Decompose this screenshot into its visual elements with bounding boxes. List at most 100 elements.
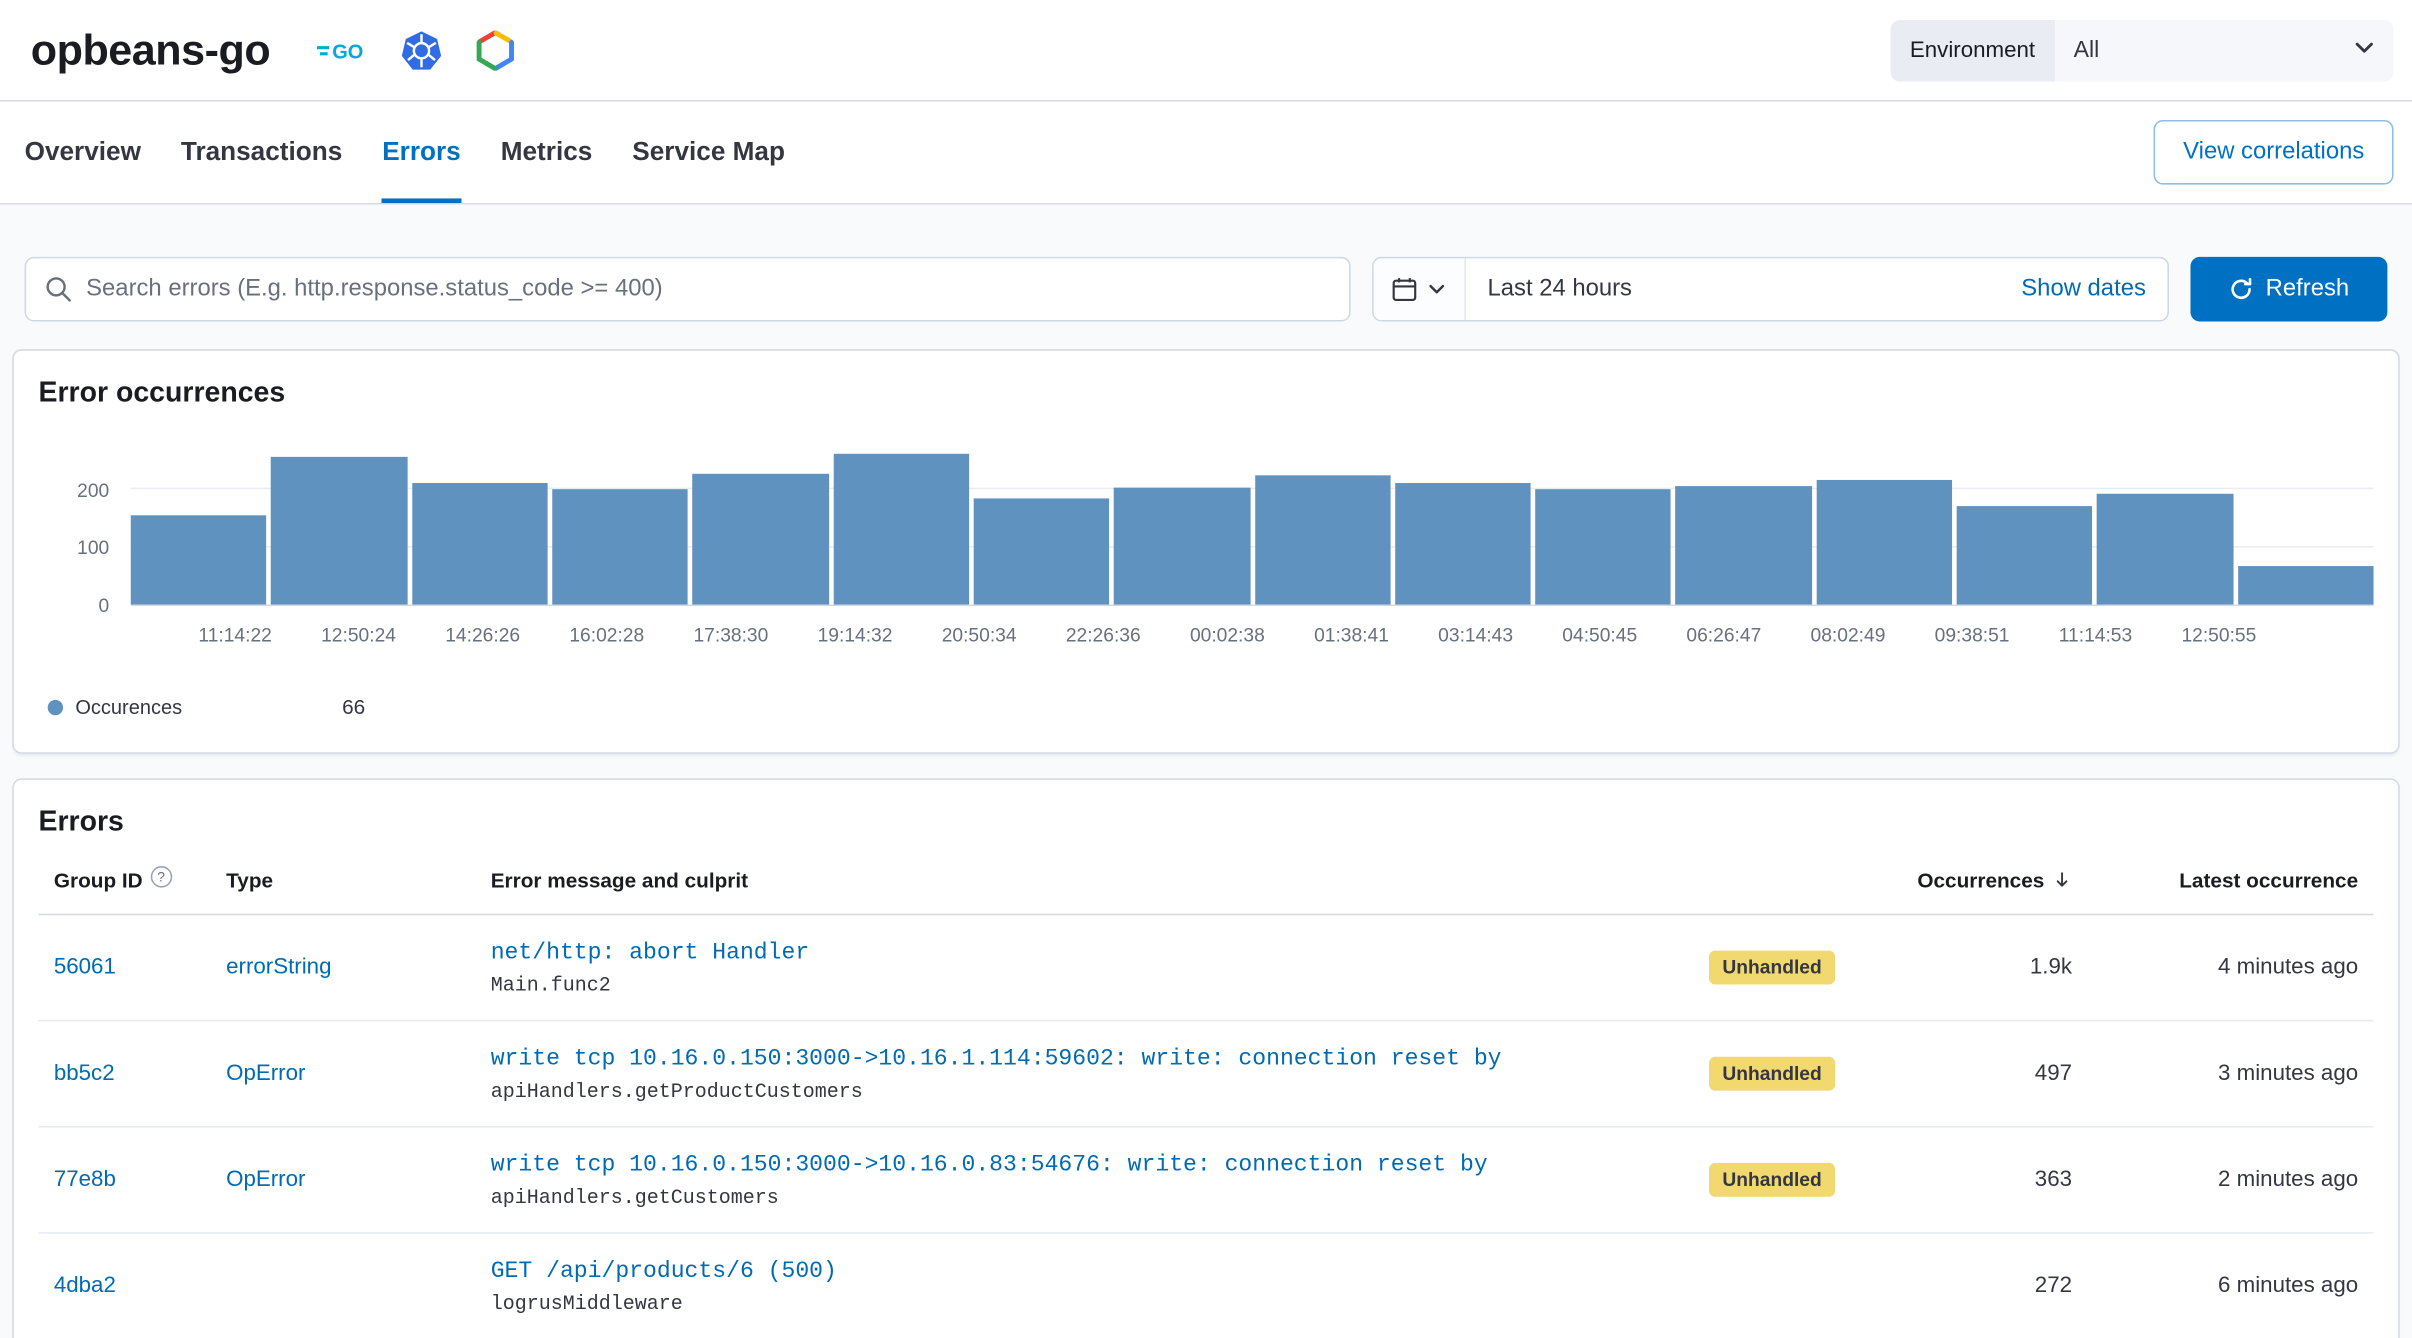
x-axis-label: 09:38:51 bbox=[1935, 625, 2010, 647]
error-message-link[interactable]: GET /api/products/6 (500) bbox=[491, 1258, 1645, 1284]
error-row: 56061 errorString net/http: abort Handle… bbox=[38, 915, 2373, 1021]
controls-row: Last 24 hours Show dates Refresh bbox=[25, 257, 2388, 322]
error-row: 4dba2 GET /api/products/6 (500) logrusMi… bbox=[38, 1234, 2373, 1338]
sort-desc-icon bbox=[2052, 871, 2072, 891]
badge-cell: Unhandled bbox=[1657, 1056, 1888, 1091]
chart-bar[interactable] bbox=[974, 498, 1110, 605]
chevron-down-icon bbox=[2354, 36, 2376, 64]
x-axis-label: 11:14:22 bbox=[198, 625, 271, 647]
show-dates-link[interactable]: Show dates bbox=[2000, 275, 2168, 303]
occurrences-count: 497 bbox=[1900, 1061, 2072, 1086]
go-agent-icon: GO bbox=[316, 35, 368, 66]
latest-occurrence: 3 minutes ago bbox=[2084, 1061, 2358, 1086]
column-group-id-label: Group ID bbox=[54, 869, 143, 892]
service-name: opbeans-go bbox=[31, 25, 270, 74]
chart-bar[interactable] bbox=[833, 454, 969, 605]
service-tabs-bar: Overview Transactions Errors Metrics Ser… bbox=[0, 102, 2412, 205]
y-axis-label: 200 bbox=[77, 479, 109, 501]
error-culprit: Main.func2 bbox=[491, 973, 1645, 996]
error-group-id-link[interactable]: 77e8b bbox=[54, 1168, 214, 1193]
chart-bar[interactable] bbox=[271, 456, 407, 604]
error-occurrences-panel: Error occurrences 0100200 11:14:2212:50:… bbox=[12, 349, 2399, 754]
help-icon[interactable] bbox=[150, 865, 172, 887]
occurrences-count: 272 bbox=[1900, 1274, 2072, 1299]
tab-transactions[interactable]: Transactions bbox=[181, 102, 342, 204]
refresh-icon bbox=[2229, 277, 2254, 302]
column-group-id: Group ID bbox=[54, 869, 214, 892]
environment-value-select[interactable]: All bbox=[2055, 19, 2393, 81]
unhandled-badge: Unhandled bbox=[1709, 1056, 1836, 1091]
error-group-id-link[interactable]: bb5c2 bbox=[54, 1061, 214, 1086]
tab-metrics[interactable]: Metrics bbox=[501, 102, 593, 204]
calendar-dropdown-button[interactable] bbox=[1374, 258, 1466, 320]
error-type-link[interactable]: errorString bbox=[226, 955, 478, 980]
search-errors-input[interactable] bbox=[86, 275, 1330, 303]
badge-cell: Unhandled bbox=[1657, 1163, 1888, 1198]
chart-bar[interactable] bbox=[1254, 476, 1390, 605]
x-axis-label: 22:26:36 bbox=[1066, 625, 1141, 647]
error-group-id-link[interactable]: 56061 bbox=[54, 955, 214, 980]
x-axis-label: 03:14:43 bbox=[1438, 625, 1513, 647]
chart-bar[interactable] bbox=[412, 483, 548, 605]
tab-service-map[interactable]: Service Map bbox=[632, 102, 785, 204]
errors-table-header: Group ID Type Error message and culprit … bbox=[38, 848, 2373, 916]
column-occurrences-label: Occurrences bbox=[1917, 869, 2044, 892]
column-occurrences[interactable]: Occurrences bbox=[1900, 869, 2072, 892]
chart-bar[interactable] bbox=[131, 515, 267, 604]
chart-x-axis: 11:14:2212:50:2414:26:2616:02:2817:38:30… bbox=[198, 625, 2256, 647]
search-errors-box[interactable] bbox=[25, 257, 1351, 322]
environment-select[interactable]: Environment All bbox=[1890, 19, 2394, 81]
chart-bar[interactable] bbox=[2238, 567, 2374, 605]
page-content: Last 24 hours Show dates Refresh Error o… bbox=[0, 205, 2412, 1338]
chart-bar[interactable] bbox=[693, 474, 829, 605]
error-occurrences-chart: 0100200 bbox=[38, 452, 2373, 606]
refresh-button[interactable]: Refresh bbox=[2190, 257, 2387, 322]
x-axis-label: 19:14:32 bbox=[818, 625, 893, 647]
view-correlations-button[interactable]: View correlations bbox=[2154, 120, 2394, 185]
x-axis-label: 08:02:49 bbox=[1811, 625, 1886, 647]
tab-errors[interactable]: Errors bbox=[382, 102, 460, 204]
chart-bar[interactable] bbox=[1816, 480, 1952, 604]
x-axis-label: 12:50:24 bbox=[321, 625, 396, 647]
x-axis-label: 12:50:55 bbox=[2181, 625, 2256, 647]
chart-bar[interactable] bbox=[1676, 486, 1812, 604]
chart-bar[interactable] bbox=[552, 490, 688, 605]
chart-legend-item[interactable]: Occurences 66 bbox=[48, 695, 2374, 718]
chart-bar[interactable] bbox=[1395, 483, 1531, 605]
chart-bar[interactable] bbox=[1957, 506, 2093, 605]
chart-bar[interactable] bbox=[1535, 488, 1671, 604]
chevron-down-icon bbox=[1428, 280, 1446, 298]
error-message-link[interactable]: net/http: abort Handler bbox=[491, 939, 1645, 965]
environment-label: Environment bbox=[1890, 19, 2055, 81]
chart-plot bbox=[131, 452, 2374, 606]
latest-occurrence: 4 minutes ago bbox=[2084, 955, 2358, 980]
error-culprit: apiHandlers.getCustomers bbox=[491, 1185, 1645, 1208]
column-latest-occurrence: Latest occurrence bbox=[2084, 869, 2358, 892]
x-axis-label: 01:38:41 bbox=[1314, 625, 1389, 647]
x-axis-label: 17:38:30 bbox=[693, 625, 768, 647]
chart-bar[interactable] bbox=[2097, 493, 2233, 604]
legend-label: Occurences bbox=[75, 695, 182, 718]
error-message-link[interactable]: write tcp 10.16.0.150:3000->10.16.0.83:5… bbox=[491, 1151, 1645, 1177]
error-message-cell: write tcp 10.16.0.150:3000->10.16.0.83:5… bbox=[491, 1151, 1645, 1208]
search-icon bbox=[45, 275, 73, 303]
y-axis-label: 100 bbox=[77, 537, 109, 559]
chart-bar[interactable] bbox=[1114, 487, 1250, 604]
error-type-link[interactable]: OpError bbox=[226, 1168, 478, 1193]
error-type-link[interactable]: OpError bbox=[226, 1061, 478, 1086]
error-message-cell: GET /api/products/6 (500) logrusMiddlewa… bbox=[491, 1258, 1645, 1315]
kubernetes-icon bbox=[399, 28, 442, 71]
error-culprit: logrusMiddleware bbox=[491, 1291, 1645, 1314]
error-group-id-link[interactable]: 4dba2 bbox=[54, 1274, 214, 1299]
error-culprit: apiHandlers.getProductCustomers bbox=[491, 1079, 1645, 1102]
latest-occurrence: 2 minutes ago bbox=[2084, 1168, 2358, 1193]
chart-bars bbox=[131, 452, 2374, 604]
error-row: bb5c2 OpError write tcp 10.16.0.150:3000… bbox=[38, 1021, 2373, 1127]
tab-overview[interactable]: Overview bbox=[25, 102, 141, 204]
error-message-link[interactable]: write tcp 10.16.0.150:3000->10.16.1.114:… bbox=[491, 1045, 1645, 1071]
legend-dot-icon bbox=[48, 699, 63, 714]
x-axis-label: 20:50:34 bbox=[942, 625, 1017, 647]
time-range-label[interactable]: Last 24 hours bbox=[1466, 275, 2000, 303]
x-axis-label: 04:50:45 bbox=[1562, 625, 1637, 647]
legend-value: 66 bbox=[342, 695, 365, 718]
